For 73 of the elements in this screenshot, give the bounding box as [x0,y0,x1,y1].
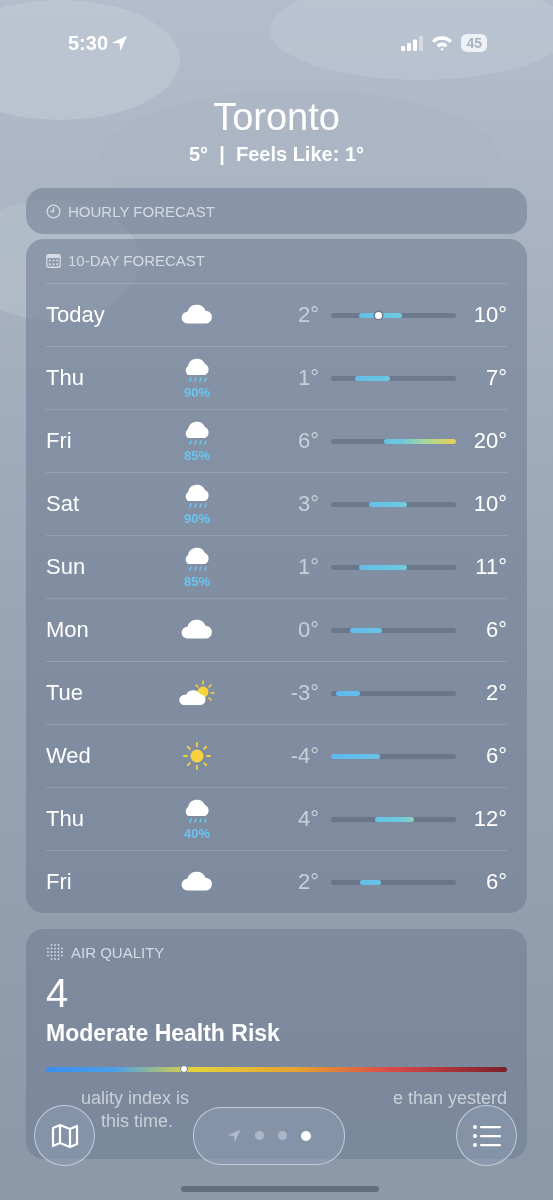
low-temperature: -4° [289,743,320,769]
health-risk-label: Moderate Health Risk [46,1020,281,1047]
high-temperature: 7° [484,365,507,391]
list-icon [471,1122,502,1149]
precipitation-chance: 85% [184,447,210,463]
current-temperature-dot [375,311,382,319]
air-quality-index: 4 [46,971,70,1016]
temperature-range-bar [359,879,381,885]
clock-icon [46,203,61,219]
precipitation-chance: 90% [184,510,210,526]
low-temperature: 0° [296,617,320,643]
cloud-icon [180,304,214,326]
day-label: Sat [46,491,81,517]
cloud-icon [180,619,214,641]
day-label: Wed [46,743,92,769]
low-temperature: 6° [296,428,320,454]
temperature-range-bar [349,627,383,633]
low-temperature: 2° [296,302,320,328]
high-temperature: 6° [484,617,507,643]
high-temperature: 11° [474,554,507,580]
section-title: AIR QUALITY [71,943,165,961]
high-temperature: 2° [484,680,507,706]
temperature-summary: 5° | Feels Like: 1° [189,143,364,166]
day-label: Thu [46,365,85,391]
clock-time: 5:30 [68,31,109,55]
sun-icon [183,742,211,770]
temperature-range-bar [358,564,408,570]
temperature-range-bar [354,375,390,381]
page-indicator[interactable] [192,1106,345,1165]
low-temperature: 4° [296,806,320,832]
low-temperature: 1° [296,365,320,391]
low-temperature: 2° [296,869,320,895]
high-temperature: 6° [484,743,507,769]
page-dot[interactable] [254,1131,264,1140]
cloud-icon [180,871,214,893]
page-dot[interactable] [277,1131,287,1140]
day-label: Today [46,302,106,328]
day-label: Fri [46,428,73,454]
city-name: Toronto [213,96,340,139]
day-label: Thu [46,806,85,832]
high-temperature: 20° [472,428,507,454]
hourly-card[interactable]: HOURLY FORECAST [26,188,527,234]
temperature-range-bar [336,690,360,696]
precipitation-chance: 90% [184,384,210,400]
section-title: HOURLY FORECAST [68,202,215,220]
high-temperature: 10° [472,491,507,517]
day-label: Sun [46,554,87,580]
dotted-circle-icon [46,943,64,961]
low-temperature: 3° [296,491,320,517]
precipitation-chance: 40% [184,825,210,841]
page-dot[interactable] [300,1130,311,1141]
description-text: uality index is [81,1088,190,1109]
high-temperature: 6° [484,869,507,895]
battery-level: 45 [461,34,487,52]
temperature-range-bar [374,816,414,822]
calendar-icon [46,253,61,268]
precipitation-chance: 85% [184,573,210,589]
high-temperature: 10° [472,302,507,328]
description-text: this time. [100,1111,175,1132]
day-label: Mon [46,617,90,643]
wifi-icon [431,35,454,51]
temperature-range-bar [331,753,380,759]
low-temperature: -3° [289,680,320,706]
high-temperature: 12° [472,806,507,832]
low-temperature: 1° [296,554,320,580]
description-text: e than yesterd [392,1088,507,1109]
day-label: Tue [46,680,85,706]
signal-icon [401,35,424,51]
section-title: 10-DAY FORECAST [68,252,205,269]
day-label: Fri [46,869,73,895]
temperature-range-bar [368,501,408,507]
air-quality-card[interactable]: AIR QUALITY 4 Moderate Health Risk uality index is e than yesterd this time. [26,929,527,1159]
partly-sunny-icon [178,680,216,706]
